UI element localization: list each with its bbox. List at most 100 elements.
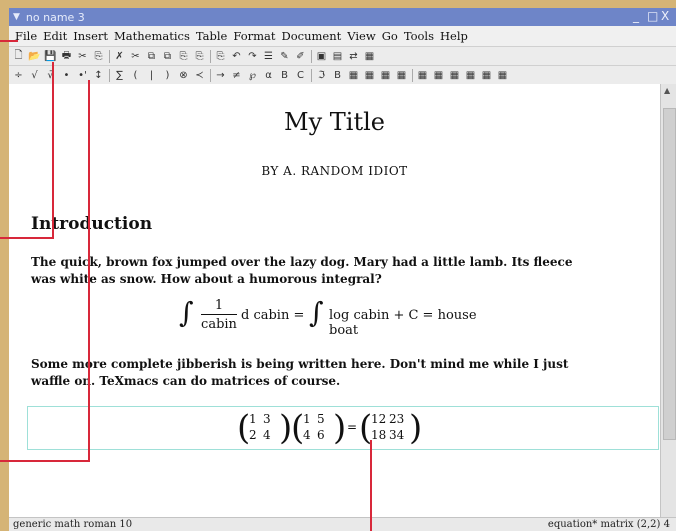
toolbar2-button-22-icon[interactable]: ▦ xyxy=(379,69,392,82)
matrix-b-cell[interactable]: 6 xyxy=(317,428,325,442)
toolbar1-button-14-icon[interactable]: ↷ xyxy=(246,50,259,63)
toolbar2-button-21-icon[interactable]: ▦ xyxy=(363,69,376,82)
matrix-c-cell[interactable]: 23 xyxy=(389,412,404,426)
paragraph-1-line-2: was white as snow. How about a humorous … xyxy=(31,272,382,286)
math-toolbar: ÷ √ √̄ • •' ↕ ∑(|) ⊗ ≺ → ≠ ℘ α B C ℑ B ▦ ▦ ▦ ▦ ▦ ▦ ▦ ▦ ▦ ▦ xyxy=(9,65,676,85)
toolbar2-button-25-icon[interactable]: ▦ xyxy=(432,69,445,82)
toolbar1-button-2-icon[interactable]: 💾 xyxy=(44,50,57,63)
menu-format[interactable]: Format xyxy=(233,29,275,43)
matrix-c-cell[interactable]: 18 xyxy=(371,428,386,442)
integral-sign-1: ∫ xyxy=(179,296,194,329)
matrix-c-cell[interactable]: 12 xyxy=(371,412,386,426)
toolbar2-button-17-icon[interactable]: C xyxy=(294,69,307,82)
callout-line xyxy=(52,62,54,239)
matrix-a-cell[interactable]: 4 xyxy=(263,428,271,442)
menu-view[interactable]: View xyxy=(347,29,375,43)
close-button[interactable]: X xyxy=(661,9,669,23)
toolbar1-button-6-icon[interactable]: ✗ xyxy=(113,50,126,63)
toolbar2-button-27-icon[interactable]: ▦ xyxy=(464,69,477,82)
document-canvas[interactable]: My Title BY A. RANDOM IDIOT Introduction… xyxy=(9,84,660,517)
toolbar2-button-18-icon[interactable]: ℑ xyxy=(315,69,328,82)
toolbar1-button-11-icon[interactable]: ⎘ xyxy=(193,50,206,63)
window-menu-icon[interactable]: ▼ xyxy=(13,12,20,22)
matrix-a-cell[interactable]: 1 xyxy=(249,412,257,426)
menu-help[interactable]: Help xyxy=(440,29,468,43)
menu-tools[interactable]: Tools xyxy=(404,29,434,43)
callout-line xyxy=(88,80,90,462)
toolbar1-button-8-icon[interactable]: ⧉ xyxy=(145,50,158,63)
toolbar1-button-5-icon[interactable]: ⎘ xyxy=(92,50,105,63)
paren-right: ) xyxy=(409,408,423,448)
toolbar2-button-5-icon[interactable]: ↕ xyxy=(92,69,105,82)
toolbar1-button-17-icon[interactable]: ✐ xyxy=(294,50,307,63)
toolbar2-button-24-icon[interactable]: ▦ xyxy=(416,69,429,82)
toolbar2-button-28-icon[interactable]: ▦ xyxy=(480,69,493,82)
scroll-up-icon[interactable]: ▲ xyxy=(664,86,670,95)
matrix-a-cell[interactable]: 2 xyxy=(249,428,257,442)
matrix-a-cell[interactable]: 3 xyxy=(263,412,271,426)
matrix-b-cell[interactable]: 5 xyxy=(317,412,325,426)
toolbar2-button-11-icon[interactable]: ≺ xyxy=(193,69,206,82)
toolbar2-button-10-icon[interactable]: ⊗ xyxy=(177,69,190,82)
toolbar2-button-13-icon[interactable]: ≠ xyxy=(230,69,243,82)
toolbar1-button-18-icon[interactable]: ▣ xyxy=(315,50,328,63)
toolbar2-button-26-icon[interactable]: ▦ xyxy=(448,69,461,82)
toolbar1-button-20-icon[interactable]: ⇄ xyxy=(347,50,360,63)
toolbar2-button-6-icon[interactable]: ∑ xyxy=(113,69,126,82)
matrix-b-cell[interactable]: 1 xyxy=(303,412,311,426)
toolbar2-button-14-icon[interactable]: ℘ xyxy=(246,69,259,82)
toolbar1-button-21-icon[interactable]: ▦ xyxy=(363,50,376,63)
title-bar[interactable]: ▼ no name 3 _ □ X xyxy=(9,8,676,26)
document-author: BY A. RANDOM IDIOT xyxy=(261,164,408,178)
toolbar2-button-9-icon[interactable]: ) xyxy=(161,69,174,82)
menu-go[interactable]: Go xyxy=(382,29,398,43)
toolbar1-button-10-icon[interactable]: ⎘ xyxy=(177,50,190,63)
toolbar2-button-7-icon[interactable]: ( xyxy=(129,69,142,82)
toolbar2-button-8-icon[interactable]: | xyxy=(145,69,158,82)
menu-insert[interactable]: Insert xyxy=(73,29,108,43)
toolbar1-button-15-icon[interactable]: ☰ xyxy=(262,50,275,63)
vertical-scrollbar[interactable]: ▲ xyxy=(660,84,676,517)
toolbar2-button-0-icon[interactable]: ÷ xyxy=(12,69,25,82)
toolbar1-button-19-icon[interactable]: ▤ xyxy=(331,50,344,63)
formula-dcabin: d cabin = xyxy=(241,308,305,323)
toolbar2-button-12-icon[interactable]: → xyxy=(214,69,227,82)
menu-mathematics[interactable]: Mathematics xyxy=(114,29,190,43)
menu-file[interactable]: File xyxy=(15,29,37,43)
toolbar1-button-4-icon[interactable]: ✂ xyxy=(76,50,89,63)
matrix-c-cell[interactable]: 34 xyxy=(389,428,404,442)
paragraph-2-line-2: waffle on. TeXmacs can do matrices of co… xyxy=(31,374,341,388)
toolbar1-button-9-icon[interactable]: ⧉ xyxy=(161,50,174,63)
toolbar1-button-13-icon[interactable]: ↶ xyxy=(230,50,243,63)
toolbar2-button-1-icon[interactable]: √ xyxy=(28,69,41,82)
menu-table[interactable]: Table xyxy=(196,29,227,43)
callout-line xyxy=(370,440,372,531)
toolbar2-button-23-icon[interactable]: ▦ xyxy=(395,69,408,82)
paragraph-1-line-1: The quick, brown fox jumped over the laz… xyxy=(31,255,573,269)
toolbar-separator xyxy=(311,68,312,82)
toolbar1-button-0-icon[interactable]: 🗋 xyxy=(12,50,25,63)
maximize-button[interactable]: □ xyxy=(647,9,658,23)
toolbar1-button-3-icon[interactable]: 🖶 xyxy=(60,50,73,63)
toolbar1-button-1-icon[interactable]: 📂 xyxy=(28,50,41,63)
minimize-button[interactable]: _ xyxy=(633,9,639,23)
toolbar2-button-19-icon[interactable]: B xyxy=(331,69,344,82)
formula-rhs: log cabin + C = house boat xyxy=(329,308,477,338)
scrollbar-thumb[interactable] xyxy=(663,108,676,440)
menu-document[interactable]: Document xyxy=(282,29,342,43)
fraction-numerator: 1 xyxy=(214,298,224,313)
main-toolbar: 🗋 📂 💾 🖶 ✂ ⎘ ✗ ✂ ⧉ ⧉ ⎘ ⎘ ⎘ ↶ ↷ ☰ ✎ ✐ ▣ ▤ ⇄ ▦ xyxy=(9,46,676,65)
toolbar1-button-12-icon[interactable]: ⎘ xyxy=(214,50,227,63)
toolbar1-button-7-icon[interactable]: ✂ xyxy=(129,50,142,63)
toolbar2-button-15-icon[interactable]: α xyxy=(262,69,275,82)
toolbar2-button-29-icon[interactable]: ▦ xyxy=(496,69,509,82)
toolbar2-button-2-icon[interactable]: √̄ xyxy=(44,69,57,82)
toolbar2-button-20-icon[interactable]: ▦ xyxy=(347,69,360,82)
toolbar2-button-16-icon[interactable]: B xyxy=(278,69,291,82)
menu-edit[interactable]: Edit xyxy=(43,29,67,43)
toolbar2-button-3-icon[interactable]: • xyxy=(60,69,73,82)
document-title: My Title xyxy=(284,108,385,136)
menu-bar: File Edit Insert Mathematics Table Forma… xyxy=(9,26,676,46)
toolbar1-button-16-icon[interactable]: ✎ xyxy=(278,50,291,63)
matrix-b-cell[interactable]: 4 xyxy=(303,428,311,442)
